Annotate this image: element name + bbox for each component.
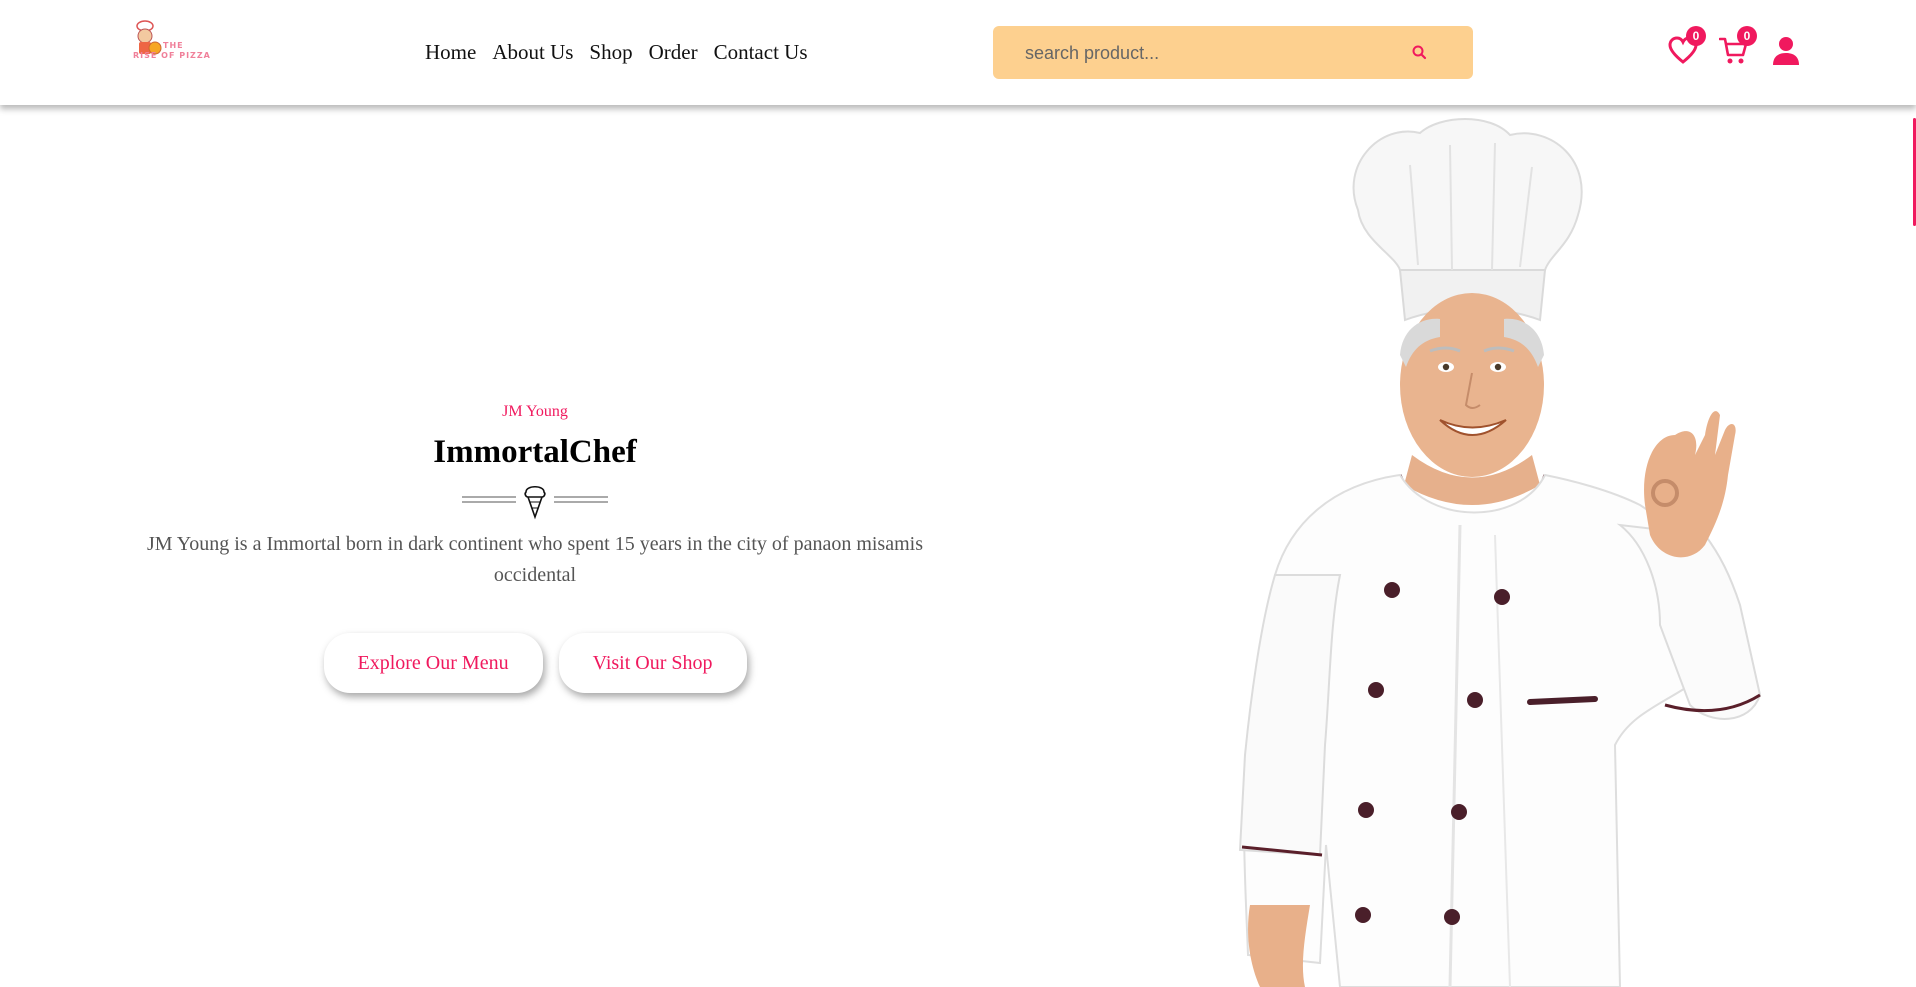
- hero-section: JM Young ImmortalChef JM Young is a Immo…: [120, 400, 950, 693]
- visit-shop-button[interactable]: Visit Our Shop: [558, 633, 747, 693]
- nav-about-us[interactable]: About Us: [492, 38, 573, 66]
- search-icon: [1412, 45, 1427, 60]
- ice-cream-divider: [462, 485, 608, 520]
- hero-buttons: Explore Our Menu Visit Our Shop: [120, 633, 950, 693]
- ice-cream-icon: [524, 485, 546, 520]
- wishlist-button[interactable]: 0: [1668, 26, 1706, 66]
- nav-shop[interactable]: Shop: [589, 38, 632, 66]
- main-nav: Home About Us Shop Order Contact Us: [425, 38, 808, 66]
- nav-home[interactable]: Home: [425, 38, 476, 66]
- hero-subtitle: JM Young: [502, 403, 568, 420]
- cart-button[interactable]: 0: [1718, 26, 1757, 66]
- logo-text-line1: THE: [163, 41, 184, 50]
- hero-title: ImmortalChef: [433, 434, 637, 470]
- chef-image: [1238, 118, 1762, 987]
- nav-contact-us[interactable]: Contact Us: [714, 38, 808, 66]
- search-input[interactable]: [1025, 39, 1405, 67]
- site-header: THE RISE OF PIZZA Home About Us Shop Ord…: [0, 0, 1916, 105]
- account-button[interactable]: [1771, 36, 1801, 66]
- logo-text-line2: RISE OF PIZZA: [133, 51, 211, 60]
- cart-count-badge: 0: [1737, 26, 1757, 46]
- user-icon: [1773, 37, 1799, 65]
- site-logo[interactable]: THE RISE OF PIZZA: [131, 18, 221, 66]
- search-bar: [993, 26, 1473, 79]
- explore-menu-button[interactable]: Explore Our Menu: [323, 633, 543, 693]
- hero-description: JM Young is a Immortal born in dark cont…: [146, 533, 923, 586]
- search-button[interactable]: [1409, 42, 1431, 64]
- nav-order[interactable]: Order: [649, 38, 698, 66]
- wishlist-count-badge: 0: [1686, 26, 1706, 46]
